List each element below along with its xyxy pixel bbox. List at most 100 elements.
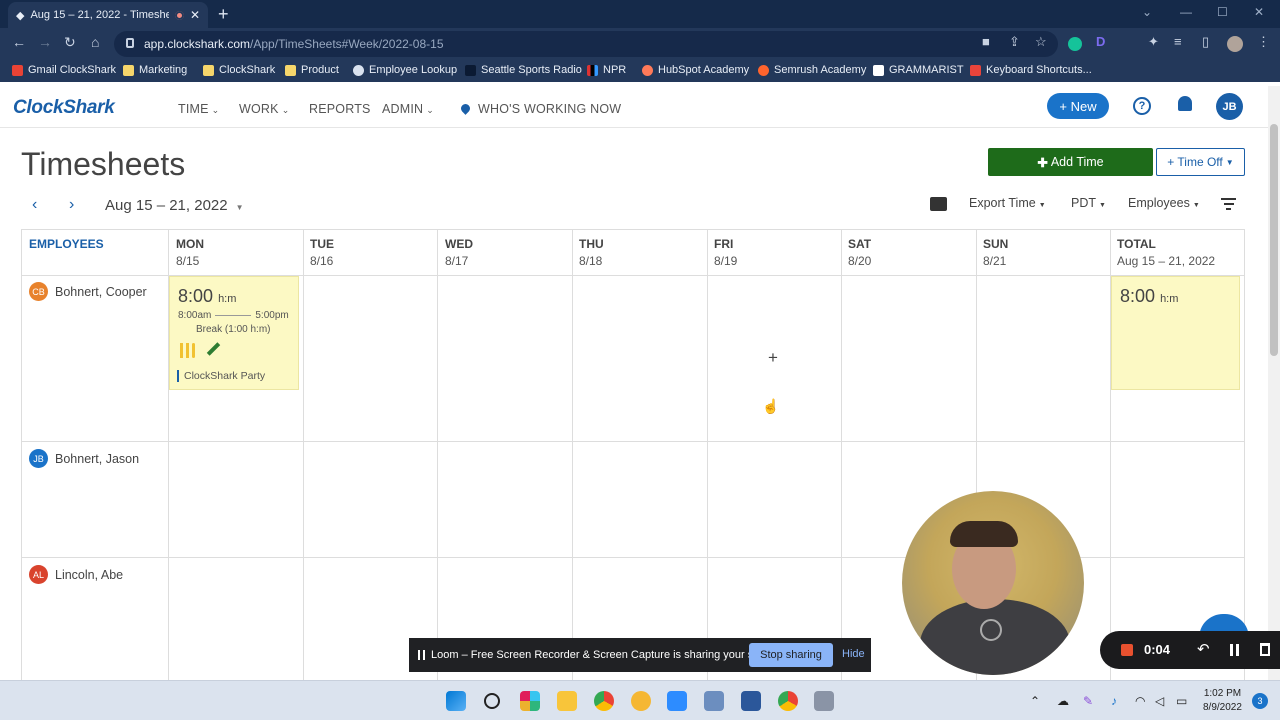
bookmark-item[interactable]: Seattle Sports Radio: [465, 64, 582, 76]
header-employees: EMPLOYEES: [29, 237, 104, 251]
total-card: 8:00 h:m: [1111, 276, 1240, 390]
close-window-icon[interactable]: ✕: [1254, 5, 1264, 19]
header-sun: SUN 8/21: [983, 237, 1008, 268]
browser-tab[interactable]: ◆ Aug 15 – 21, 2022 - Timeshe ✕: [8, 2, 208, 28]
add-entry-icon[interactable]: +: [768, 348, 778, 368]
scrollbar-thumb[interactable]: [1270, 124, 1278, 356]
bookmark-item[interactable]: Marketing: [123, 64, 187, 76]
zoom-icon[interactable]: [667, 691, 687, 711]
webcam-bubble[interactable]: [902, 491, 1084, 675]
share-icon[interactable]: ⇪: [1009, 34, 1020, 50]
word-icon[interactable]: [741, 691, 761, 711]
bookmark-item[interactable]: ClockShark: [203, 64, 275, 76]
bookmark-item[interactable]: HubSpot Academy: [642, 64, 749, 76]
bookmark-item[interactable]: Keyboard Shortcuts...: [970, 64, 1092, 76]
menu-reports[interactable]: REPORTS: [309, 102, 371, 116]
settings-gear-icon[interactable]: [814, 691, 834, 711]
search-icon[interactable]: [484, 693, 500, 709]
onedrive-icon[interactable]: ☁: [1057, 694, 1069, 708]
employees-dropdown[interactable]: Employees ▼: [1128, 196, 1200, 210]
profile-avatar[interactable]: [1227, 36, 1243, 52]
delete-recording-icon[interactable]: [1260, 643, 1270, 656]
extensions-puzzle-icon[interactable]: ✦: [1148, 34, 1159, 50]
bookmark-item[interactable]: Semrush Academy: [758, 64, 866, 76]
page-scrollbar[interactable]: [1268, 86, 1280, 680]
reading-list-icon[interactable]: ≡: [1174, 34, 1182, 49]
time-entry-card[interactable]: 8:00 h:m 8:00am 5:00pm Break (1:00 h:m) C…: [169, 276, 299, 390]
chrome-profile-icon[interactable]: [778, 691, 798, 711]
menu-kebab-icon[interactable]: ⋮: [1257, 34, 1270, 50]
bookmark-item[interactable]: GRAMMARIST: [873, 64, 964, 76]
date-range-picker[interactable]: Aug 15 – 21, 2022 ▼: [105, 197, 244, 214]
employee-badge: CB: [29, 282, 48, 301]
notification-badge[interactable]: 3: [1252, 693, 1268, 709]
employee-row-label[interactable]: CB Bohnert, Cooper: [29, 282, 147, 301]
folder-icon: [285, 64, 296, 76]
close-tab-icon[interactable]: ✕: [190, 8, 200, 22]
maximize-icon[interactable]: ☐: [1217, 5, 1228, 19]
back-icon[interactable]: ←: [12, 34, 26, 50]
menu-whos-working-now[interactable]: WHO'S WORKING NOW: [459, 102, 622, 116]
hide-link[interactable]: Hide: [842, 648, 865, 660]
reload-icon[interactable]: ↻: [64, 34, 76, 51]
print-icon[interactable]: [930, 197, 947, 211]
add-time-button[interactable]: ✚ Add Time: [988, 148, 1153, 176]
side-panel-icon[interactable]: ▯: [1202, 34, 1209, 50]
show-hidden-icons-icon[interactable]: ⌃: [1030, 694, 1040, 708]
edit-pencil-icon[interactable]: [206, 342, 221, 356]
new-button[interactable]: + New: [1047, 93, 1109, 119]
employee-row-label[interactable]: AL Lincoln, Abe: [29, 565, 123, 584]
restart-icon[interactable]: ↶: [1197, 640, 1210, 658]
previous-week-icon[interactable]: ‹: [32, 196, 37, 214]
volume-icon[interactable]: ◁: [1155, 694, 1164, 708]
bookmark-item[interactable]: Product: [285, 64, 339, 76]
windows-start-icon[interactable]: [446, 691, 466, 711]
minimize-icon[interactable]: —: [1180, 5, 1192, 19]
user-avatar[interactable]: JB: [1216, 93, 1243, 120]
system-clock[interactable]: 1:02 PM 8/9/2022: [1203, 687, 1242, 715]
timezone-dropdown[interactable]: PDT ▼: [1071, 196, 1106, 210]
grammarly-icon[interactable]: [1068, 37, 1082, 51]
header-date: 8/21: [983, 254, 1007, 268]
tab-search-icon[interactable]: ⌄: [1142, 5, 1152, 19]
new-tab-button[interactable]: +: [218, 4, 229, 24]
header-date: 8/15: [176, 254, 200, 268]
bookmark-label: NPR: [603, 64, 627, 76]
extension-d-icon[interactable]: D: [1096, 34, 1105, 49]
forward-icon[interactable]: →: [38, 34, 52, 50]
shirt-logo-icon: [980, 619, 1002, 641]
menu-admin[interactable]: ADMIN ⌄: [382, 102, 434, 116]
time-off-button[interactable]: + Time Off ▼: [1156, 148, 1245, 176]
slack-icon[interactable]: [520, 691, 540, 711]
bookmark-star-icon[interactable]: ☆: [1035, 34, 1047, 50]
filter-icon[interactable]: [1221, 198, 1236, 213]
menu-work[interactable]: WORK ⌄: [239, 102, 289, 116]
menu-label: WHO'S WORKING NOW: [478, 102, 622, 116]
stop-sharing-button[interactable]: Stop sharing: [749, 643, 833, 667]
file-explorer-icon[interactable]: [557, 691, 577, 711]
pen-icon[interactable]: ✎: [1083, 694, 1093, 708]
bookmark-item[interactable]: Employee Lookup: [353, 64, 457, 76]
battery-icon[interactable]: ▭: [1176, 694, 1187, 708]
wifi-icon[interactable]: ◠: [1135, 694, 1145, 708]
chrome-icon[interactable]: [594, 691, 614, 711]
pause-recording-icon[interactable]: [1230, 644, 1239, 656]
bookmark-item[interactable]: NPR: [587, 64, 626, 76]
bell-icon[interactable]: [1178, 96, 1192, 111]
employee-row-label[interactable]: JB Bohnert, Jason: [29, 449, 139, 468]
next-week-icon[interactable]: ›: [69, 196, 74, 214]
duration-value: 8:00: [178, 286, 214, 306]
bookmark-item[interactable]: Gmail ClockShark: [12, 64, 116, 76]
address-bar[interactable]: app.clockshark.com/App/TimeSheets#Week/2…: [114, 31, 1058, 57]
clockshark-logo[interactable]: ClockShark: [13, 97, 115, 119]
help-icon[interactable]: ?: [1133, 97, 1151, 115]
camera-icon[interactable]: ■: [982, 34, 990, 49]
menu-time[interactable]: TIME ⌄: [178, 102, 219, 116]
microphone-icon[interactable]: ♪: [1111, 694, 1117, 708]
caret-down-icon: ▼: [1038, 202, 1046, 209]
weather-icon[interactable]: [631, 691, 651, 711]
export-time-dropdown[interactable]: Export Time ▼: [969, 196, 1046, 210]
calculator-icon[interactable]: [704, 691, 724, 711]
stop-recording-icon[interactable]: [1121, 644, 1133, 656]
home-icon[interactable]: ⌂: [91, 34, 99, 50]
